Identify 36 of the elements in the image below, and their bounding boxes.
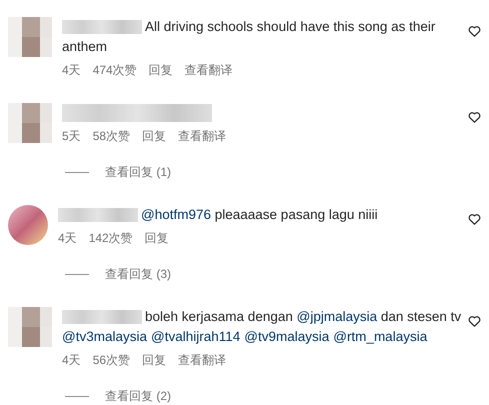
- heart-icon[interactable]: [468, 213, 481, 225]
- translate-link[interactable]: 查看翻译: [178, 352, 226, 368]
- translate-link[interactable]: 查看翻译: [184, 62, 233, 78]
- heart-icon[interactable]: [468, 25, 481, 37]
- reply-link[interactable]: 回复: [142, 352, 166, 368]
- comment-text: boleh kerjasama dengan @jpjmalaysia dan stesen tv: [145, 308, 462, 326]
- translate-link[interactable]: 查看翻译: [178, 128, 226, 144]
- heart-icon[interactable]: [468, 315, 481, 327]
- comment-text: All driving schools should have this song as their: [145, 18, 436, 36]
- mention-link[interactable]: @rtm_malaysia: [333, 328, 428, 344]
- view-replies-link[interactable]: 查看回复 (1): [105, 164, 171, 180]
- mention-link[interactable]: @tvalhijrah114: [150, 328, 240, 344]
- like-count: 474次赞: [92, 62, 137, 78]
- avatar[interactable]: [8, 103, 52, 143]
- reply-link[interactable]: 回复: [142, 128, 166, 144]
- like-count: 56次赞: [92, 352, 130, 368]
- view-replies-link[interactable]: 查看回复 (2): [105, 388, 171, 404]
- reply-link[interactable]: 回复: [148, 62, 173, 78]
- reply-link[interactable]: 回复: [144, 230, 169, 246]
- avatar[interactable]: [8, 205, 48, 245]
- avatar[interactable]: [8, 17, 52, 57]
- comment-text: @hotfm976 pleaaaase pasang lagu niiii: [141, 206, 378, 224]
- comment-time: 4天: [58, 230, 77, 246]
- comment-time: 4天: [62, 352, 81, 368]
- mention-link[interactable]: @tv9malaysia: [244, 328, 330, 344]
- mention-link[interactable]: @jpjmalaysia: [296, 308, 378, 324]
- comment-time: 5天: [62, 128, 81, 144]
- avatar[interactable]: [8, 307, 52, 347]
- heart-icon[interactable]: [468, 111, 481, 123]
- view-replies-link[interactable]: 查看回复 (3): [105, 266, 171, 282]
- comment-time: 4天: [62, 62, 81, 78]
- like-count: 142次赞: [88, 230, 133, 246]
- mention-link[interactable]: @tv3malaysia: [62, 328, 147, 344]
- comment-text: anthem: [62, 38, 108, 56]
- mention-link[interactable]: @hotfm976: [141, 206, 211, 222]
- like-count: 58次赞: [92, 128, 130, 144]
